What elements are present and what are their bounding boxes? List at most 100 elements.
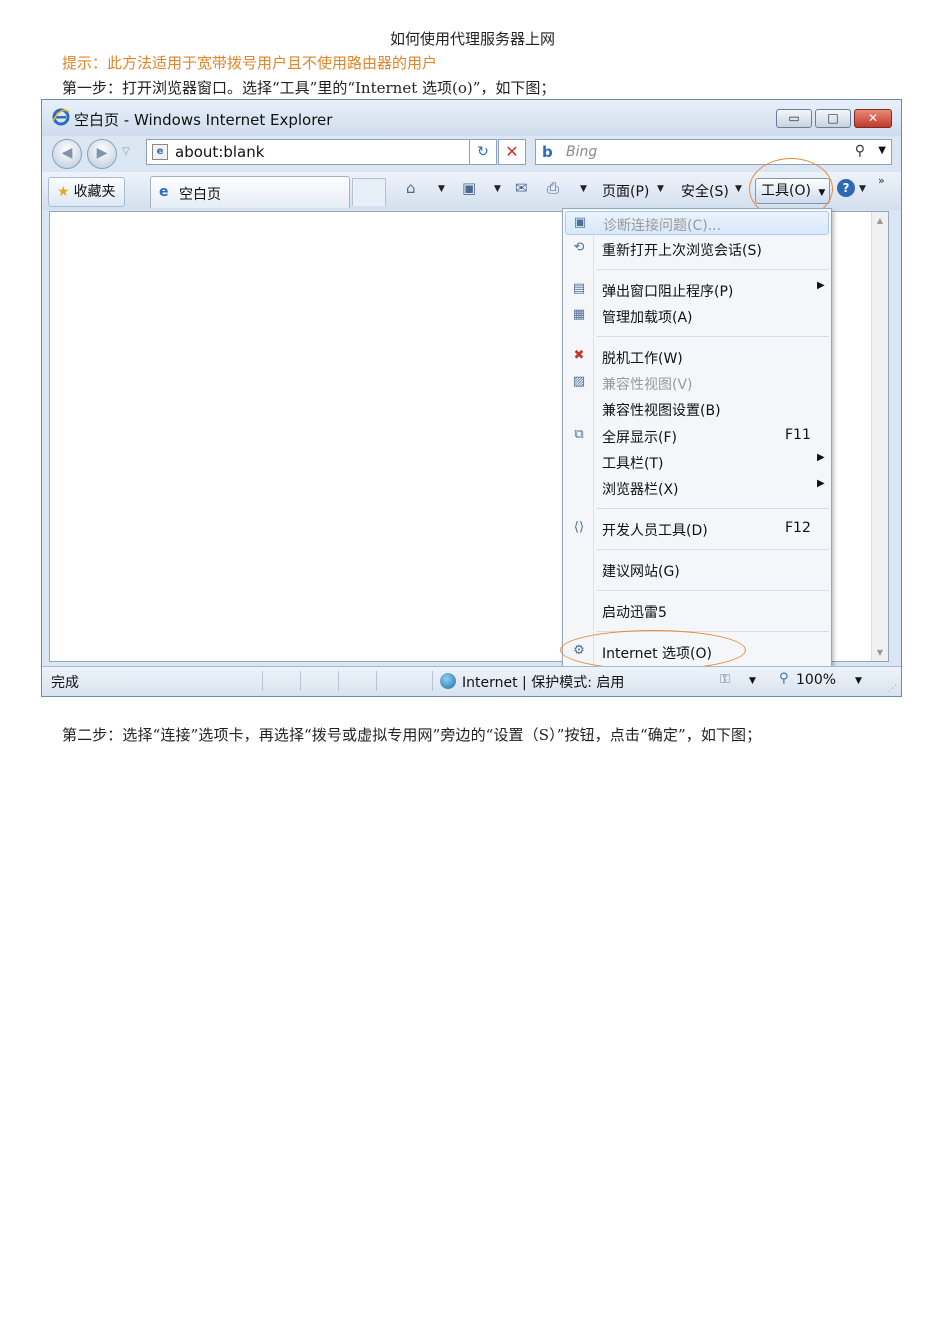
popup-blocker-icon: ▤ (572, 281, 586, 296)
reopen-icon: ⟲ (573, 240, 585, 255)
ie-logo-icon (52, 108, 70, 126)
title-bar: 空白页 - Windows Internet Explorer ▭ □ ✕ (42, 100, 901, 136)
bing-logo-icon: b (542, 143, 553, 161)
menu-item-shortcut: F12 (785, 520, 811, 536)
menu-item-compat-view[interactable]: ▨ 兼容性视图(V) (565, 371, 829, 395)
menu-item-explorer-bars[interactable]: 浏览器栏(X) ▶ (565, 476, 829, 500)
scroll-up-icon[interactable]: ▲ (872, 216, 888, 225)
fullscreen-icon: ⧉ (574, 427, 584, 442)
favorites-button[interactable]: ★ 收藏夹 (48, 177, 125, 207)
address-bar[interactable]: e about:blank ▼ (146, 139, 496, 165)
tools-menu-button[interactable]: 工具(O) ▼ (755, 178, 830, 204)
menu-item-label: 弹出窗口阻止程序(P) (602, 284, 734, 300)
menu-item-label: 诊断连接问题(C)... (603, 218, 722, 234)
window-title: 空白页 - Windows Internet Explorer (74, 111, 333, 129)
safety-dropdown-icon[interactable]: ▼ (735, 184, 742, 194)
mail-icon[interactable]: ✉ (515, 179, 528, 197)
menu-item-label: 兼容性视图(V) (602, 377, 693, 393)
zoom-icon[interactable]: ⚲ (779, 671, 789, 686)
page-dropdown-icon[interactable]: ▼ (657, 184, 664, 194)
zone-dropdown-icon[interactable]: ▼ (749, 676, 756, 686)
star-icon: ★ (57, 184, 70, 200)
menu-item-label: 重新打开上次浏览会话(S) (602, 243, 762, 259)
forward-button[interactable]: ▶ (87, 139, 117, 169)
address-text[interactable]: about:blank (175, 143, 264, 161)
page-icon: e (152, 144, 168, 160)
menu-item-popup-blocker[interactable]: ▤ 弹出窗口阻止程序(P) ▶ (565, 278, 829, 302)
minimize-button[interactable]: ▭ (776, 109, 812, 128)
print-dropdown-icon[interactable]: ▼ (580, 184, 587, 194)
search-placeholder[interactable]: Bing (566, 144, 597, 160)
menu-item-toolbars[interactable]: 工具栏(T) ▶ (565, 450, 829, 474)
search-box[interactable]: b Bing ⚲ ▼ (535, 139, 892, 165)
refresh-icon: ↻ (477, 144, 489, 160)
maximize-button[interactable]: □ (815, 109, 851, 128)
globe-icon (440, 673, 456, 689)
menu-item-internet-options[interactable]: ⚙ Internet 选项(O) (565, 640, 829, 664)
menu-item-label: 兼容性视图设置(B) (602, 403, 721, 419)
history-dropdown-icon[interactable]: ▽ (122, 146, 130, 157)
menu-separator (597, 508, 829, 509)
menu-item-label: 开发人员工具(D) (602, 523, 708, 539)
menu-item-dev-tools[interactable]: ⟨⟩ 开发人员工具(D) F12 (565, 517, 829, 541)
back-button[interactable]: ◀ (52, 139, 82, 169)
menu-item-work-offline[interactable]: ✖ 脱机工作(W) (565, 345, 829, 369)
page-menu-button[interactable]: 页面(P) (602, 181, 649, 201)
status-text: 完成 (51, 675, 79, 691)
resize-grip-icon[interactable]: ⋰ (888, 684, 897, 694)
home-dropdown-icon[interactable]: ▼ (438, 184, 445, 194)
status-divider (338, 671, 339, 691)
more-commands-icon[interactable]: » (878, 174, 885, 187)
menu-separator (597, 336, 829, 337)
menu-separator (597, 631, 829, 632)
safety-menu-button[interactable]: 安全(S) (681, 181, 729, 201)
menu-item-launch-xunlei[interactable]: 启动迅雷5 (565, 599, 829, 623)
favorites-label: 收藏夹 (73, 184, 116, 200)
menu-item-label: 脱机工作(W) (602, 351, 683, 367)
search-icon[interactable]: ⚲ (855, 143, 865, 159)
submenu-arrow-icon: ▶ (817, 452, 825, 463)
print-icon[interactable]: ⎙ (547, 179, 559, 197)
diagnose-icon: ▣ (573, 215, 587, 230)
menu-separator (597, 590, 829, 591)
menu-item-diagnose[interactable]: ▣ 诊断连接问题(C)... (565, 211, 829, 235)
status-divider (300, 671, 301, 691)
status-divider (432, 671, 433, 691)
zoom-dropdown-icon[interactable]: ▼ (855, 676, 862, 686)
vertical-scrollbar[interactable]: ▲ ▼ (871, 212, 888, 661)
help-icon[interactable]: ? (837, 179, 855, 197)
menu-item-fullscreen[interactable]: ⧉ 全屏显示(F) F11 (565, 424, 829, 448)
close-button[interactable]: ✕ (854, 109, 892, 128)
help-dropdown-icon[interactable]: ▼ (859, 184, 866, 194)
feeds-icon[interactable]: ▣ (462, 179, 476, 197)
menu-item-label: 启动迅雷5 (602, 605, 667, 621)
document-title: 如何使用代理服务器上网 (389, 30, 555, 48)
menu-item-label: 建议网站(G) (602, 564, 680, 580)
scroll-down-icon[interactable]: ▼ (872, 648, 888, 657)
tools-dropdown-icon: ▼ (818, 188, 826, 198)
menu-item-label: 全屏显示(F) (602, 430, 677, 446)
refresh-button[interactable]: ↻ (469, 139, 497, 165)
protected-mode-lock-icon[interactable]: ⚿ (720, 672, 730, 687)
menu-item-label: 管理加载项(A) (602, 310, 693, 326)
menu-item-label: 工具栏(T) (602, 456, 664, 472)
internet-options-icon: ⚙ (573, 643, 585, 658)
security-zone-text[interactable]: Internet | 保护模式: 启用 (462, 672, 624, 692)
ie-window-screenshot: 空白页 - Windows Internet Explorer ▭ □ ✕ ◀ … (41, 99, 902, 697)
back-arrow-icon: ◀ (61, 145, 73, 161)
menu-item-manage-addons[interactable]: ▦ 管理加载项(A) (565, 304, 829, 328)
menu-item-reopen-session[interactable]: ⟲ 重新打开上次浏览会话(S) (565, 237, 829, 261)
search-dropdown-icon[interactable]: ▼ (878, 145, 886, 156)
new-tab-button[interactable] (352, 178, 386, 206)
tab-blank-page[interactable]: e 空白页 (150, 176, 350, 208)
menu-item-compat-settings[interactable]: 兼容性视图设置(B) (565, 397, 829, 421)
addons-icon: ▦ (572, 307, 586, 322)
tools-dropdown-menu: ▣ 诊断连接问题(C)... ⟲ 重新打开上次浏览会话(S) ▤ 弹出窗口阻止程… (562, 208, 832, 670)
feeds-dropdown-icon[interactable]: ▼ (494, 184, 501, 194)
zoom-level[interactable]: 100% (796, 672, 836, 688)
menu-item-suggested-sites[interactable]: 建议网站(G) (565, 558, 829, 582)
tab-label: 空白页 (179, 187, 221, 203)
home-icon[interactable]: ⌂ (406, 179, 416, 197)
status-divider (376, 671, 377, 691)
stop-button[interactable]: ✕ (498, 139, 526, 165)
